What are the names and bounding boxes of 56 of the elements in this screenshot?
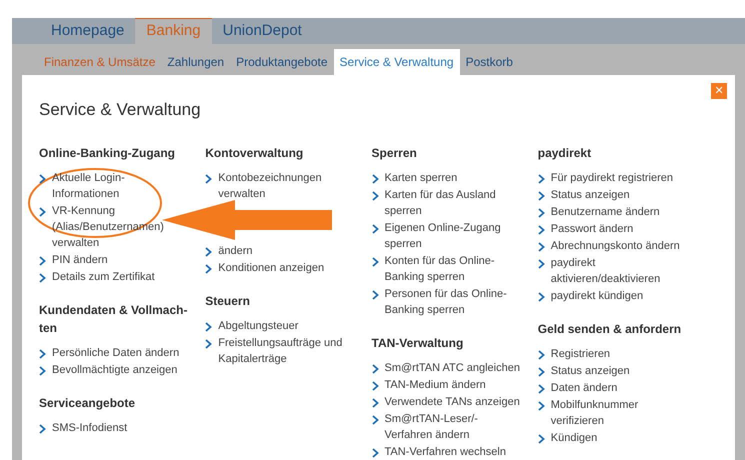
- menu-link[interactable]: Kündigen: [538, 430, 688, 446]
- menu-link[interactable]: Sm@rtTAN ATC angleichen: [372, 360, 522, 376]
- menu-link[interactable]: Sm@rtTAN-Leser/-Verfahren ändern: [372, 411, 522, 443]
- section-heading: TAN-Verwaltung: [372, 335, 464, 352]
- menu-link[interactable]: Abgeltungsteuer: [205, 318, 356, 334]
- panel-title: Service & Verwaltung: [39, 98, 201, 120]
- menu-link[interactable]: Mobilfunknummer verifizieren: [538, 397, 688, 429]
- chevron-icon: [39, 207, 46, 217]
- chevron-icon: [372, 224, 378, 234]
- chevron-icon: [39, 424, 46, 434]
- menu-link[interactable]: Status anzeigen: [538, 363, 688, 379]
- chevron-icon: [205, 174, 212, 184]
- menu-link[interactable]: Konditionen anzeigen: [205, 260, 356, 276]
- chevron-icon: [372, 448, 378, 458]
- menu-link[interactable]: Aktuelle Login-Informationen: [39, 170, 189, 202]
- section-heading: Serviceangebote: [39, 395, 136, 412]
- menu-link[interactable]: ändern: [205, 243, 356, 259]
- menu-link[interactable]: Personen für das Online-Banking sperren: [372, 286, 522, 318]
- sub-tab[interactable]: Produktangebote: [230, 48, 334, 74]
- menu-link[interactable]: Kontobezeichnungen verwalten: [205, 170, 356, 202]
- section-heading: Sperren: [372, 145, 418, 162]
- menu-link[interactable]: Für paydirekt registrieren: [538, 170, 688, 186]
- section-heading: Kontoverwaltung: [205, 145, 304, 162]
- menu-link[interactable]: Benutzername ändern: [538, 204, 688, 220]
- menu-link[interactable]: Registrieren: [538, 346, 688, 362]
- sub-tab[interactable]: Postkorb: [460, 48, 519, 74]
- menu-link[interactable]: Persönliche Daten ändern: [39, 345, 189, 361]
- menu-link[interactable]: TAN-Verfahren wechseln: [372, 444, 522, 460]
- sub-tab[interactable]: Service & Verwaltung: [334, 48, 460, 74]
- menu-link[interactable]: Freistellungsaufträge und Kapitalerträge: [205, 335, 356, 367]
- menu-link[interactable]: Karten sperren: [372, 170, 522, 186]
- menu-link[interactable]: Passwort ändern: [538, 221, 688, 237]
- menu-link[interactable]: paydirekt kündigen: [538, 288, 688, 304]
- section-heading: Kundendaten & Vollmach-ten: [39, 302, 188, 337]
- chevron-icon: [538, 292, 545, 302]
- section-heading: Geld senden & anfordern: [538, 321, 682, 338]
- chevron-icon: [372, 290, 378, 300]
- section-heading: Steuern: [205, 293, 251, 310]
- sub-tab[interactable]: Zahlungen: [161, 48, 230, 74]
- menu-link[interactable]: TAN-Medium ändern: [372, 377, 522, 393]
- chevron-icon: [372, 257, 378, 267]
- menu-link[interactable]: Daten ändern: [538, 380, 688, 396]
- chevron-icon: [538, 434, 545, 444]
- section-heading: Online-Banking-Zugang: [39, 145, 176, 162]
- menu-link[interactable]: Details zum Zertifikat: [39, 269, 189, 285]
- menu-link[interactable]: Status anzeigen: [538, 187, 688, 203]
- section-heading: paydirekt: [538, 145, 592, 162]
- menu-link[interactable]: Konten für das Online-Banking sperren: [372, 253, 522, 285]
- menu-link[interactable]: PIN ändern: [39, 252, 189, 268]
- menu-link[interactable]: Karten für das Ausland sperren: [372, 187, 522, 219]
- menu-link[interactable]: SMS-Infodienst: [39, 420, 189, 436]
- menu-link[interactable]: Abrechnungskonto ändern: [538, 238, 688, 254]
- chevron-icon: [39, 174, 46, 184]
- menu-link[interactable]: Bevollmächtigte anzeigen: [39, 362, 189, 378]
- menu-link[interactable]: Verwendete TANs anzeigen: [372, 394, 522, 410]
- menu-link[interactable]: Eigenen Online-Zugang sperren: [372, 220, 522, 252]
